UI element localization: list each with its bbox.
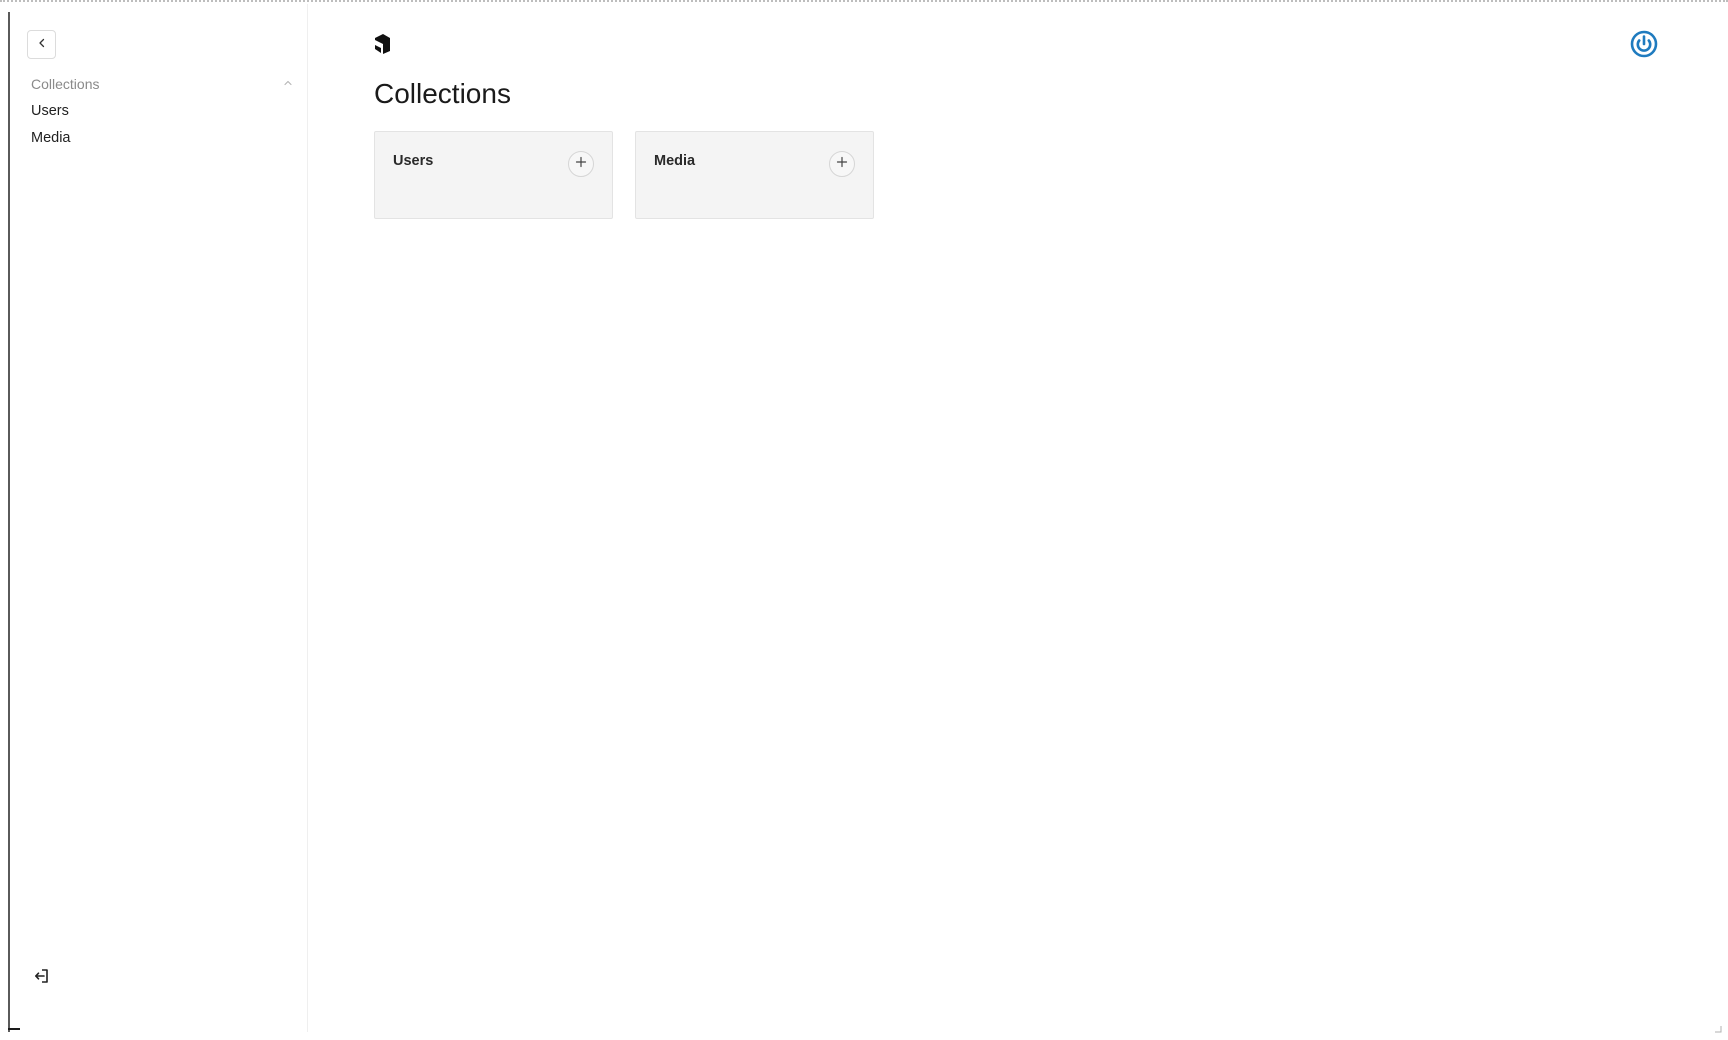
account-icon xyxy=(1629,30,1659,63)
chevron-left-icon xyxy=(36,36,48,54)
logo-icon[interactable] xyxy=(372,32,394,56)
main-content: Collections Users Media xyxy=(309,4,1728,1032)
nav-group-label: Collections xyxy=(31,76,100,92)
card-title: Users xyxy=(393,153,434,169)
resize-handle[interactable] xyxy=(1712,1020,1722,1033)
page-title: Collections xyxy=(374,78,511,109)
card-title: Media xyxy=(654,153,696,169)
collection-card-users[interactable]: Users xyxy=(374,131,613,219)
plus-icon xyxy=(836,155,848,173)
logout-icon xyxy=(33,967,51,990)
collapse-sidebar-button[interactable] xyxy=(27,30,56,59)
add-users-button[interactable] xyxy=(568,151,594,177)
sidebar-item-users[interactable]: Users xyxy=(31,100,69,122)
sidebar-item-media[interactable]: Media xyxy=(31,127,71,149)
add-media-button[interactable] xyxy=(829,151,855,177)
sidebar: Collections Users Media xyxy=(10,4,308,1032)
collection-card-media[interactable]: Media xyxy=(635,131,874,219)
logout-button[interactable] xyxy=(30,966,54,990)
app-window: Collections Users Media Collections User… xyxy=(0,0,1728,1040)
chevron-up-icon xyxy=(283,75,293,93)
account-button[interactable] xyxy=(1629,29,1659,59)
plus-icon xyxy=(575,155,587,173)
nav-group-collections[interactable]: Collections xyxy=(31,73,293,95)
